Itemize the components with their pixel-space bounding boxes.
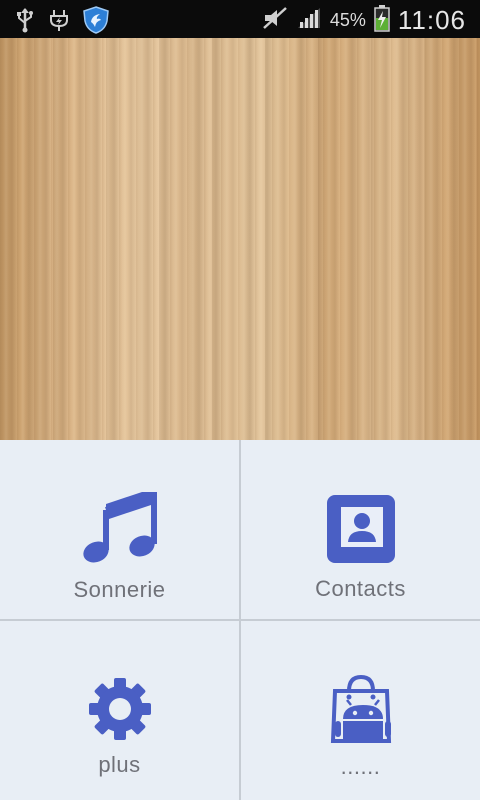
status-bar-system: 45% 11:06	[262, 4, 466, 37]
android-shopping-bag-icon	[327, 673, 395, 750]
tile-plus[interactable]: plus	[0, 621, 239, 800]
signal-icon	[296, 6, 322, 35]
tile-sonnerie[interactable]: Sonnerie	[0, 440, 239, 619]
tile-more-apps[interactable]: ......	[241, 621, 480, 800]
wood-background-image	[0, 38, 480, 440]
mute-icon	[262, 6, 288, 35]
battery-percent: 45%	[329, 10, 366, 30]
usb-icon	[14, 7, 36, 38]
tile-label: ......	[340, 754, 381, 779]
grid-divider-horizontal	[0, 619, 480, 621]
tile-label: plus	[98, 752, 141, 777]
battery-charging-icon	[374, 4, 390, 37]
status-bar: 45% 11:06	[0, 0, 480, 38]
contacts-icon	[326, 495, 395, 568]
shield-app-icon	[82, 6, 110, 39]
tile-label: Sonnerie	[73, 577, 166, 602]
tile-label: Contacts	[315, 576, 406, 601]
tile-contacts[interactable]: Contacts	[241, 440, 480, 619]
gear-icon	[88, 677, 152, 746]
clock: 11:06	[397, 5, 466, 35]
music-note-icon	[82, 488, 158, 569]
charging-plug-icon	[48, 8, 70, 37]
status-bar-notifications	[14, 6, 110, 39]
